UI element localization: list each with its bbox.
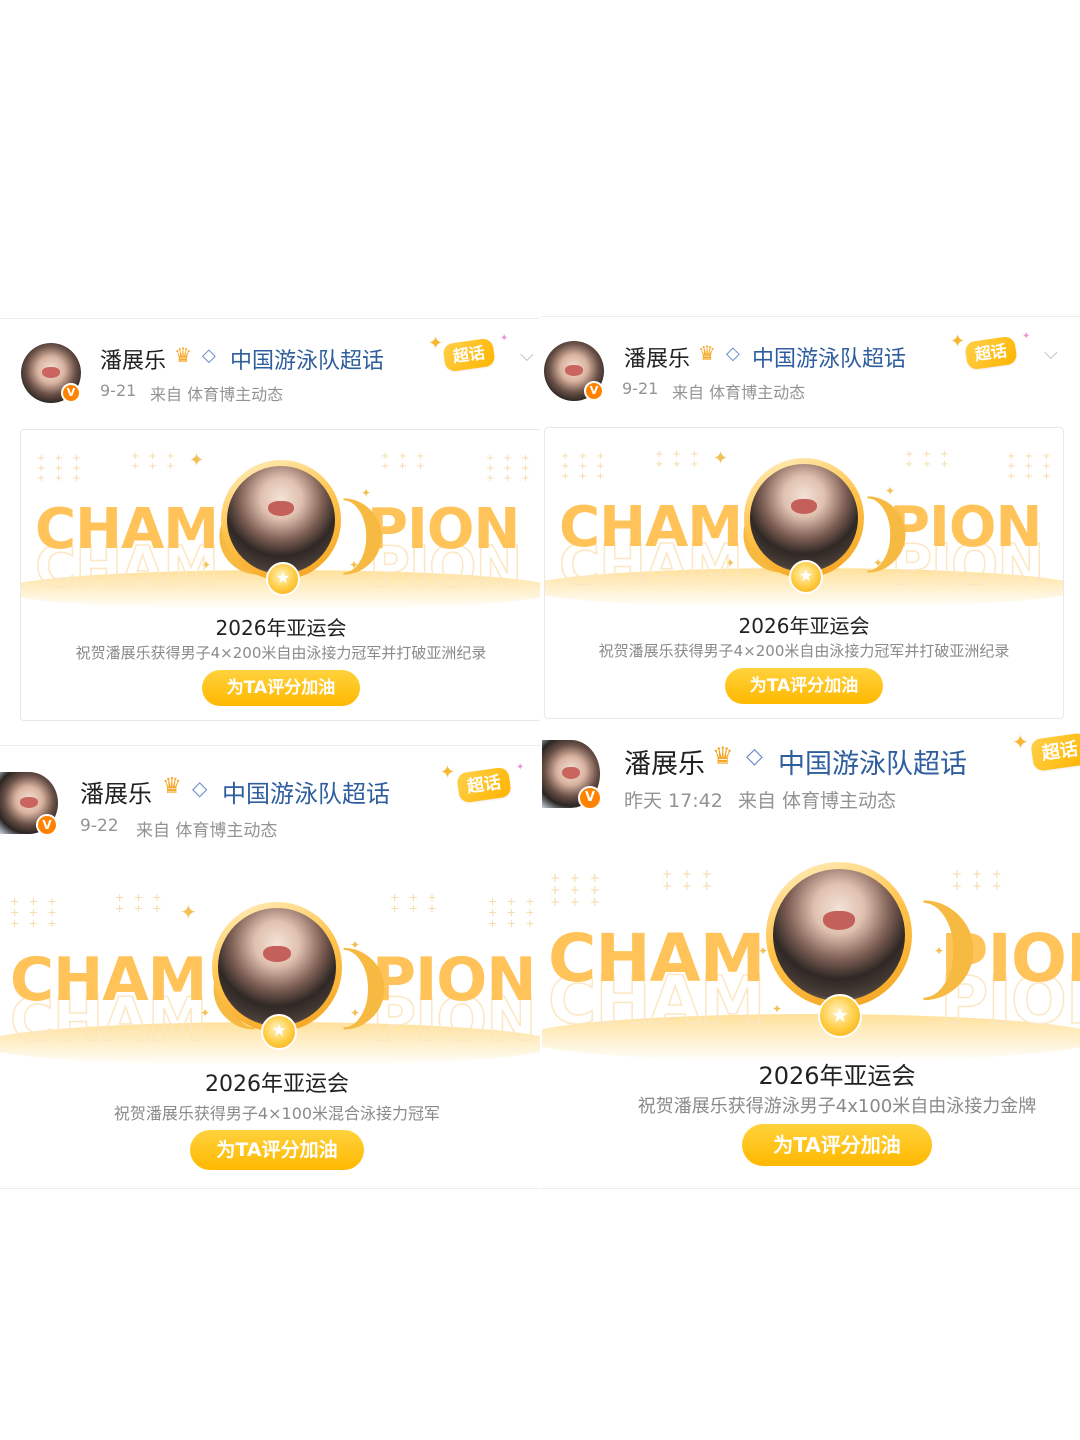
athlete-photo [218, 908, 336, 1026]
sparkle-icon: ✦ [950, 331, 966, 352]
sparkle-icon: ✦ [189, 450, 205, 471]
dot-pattern: + + + + + + [115, 891, 165, 915]
dot-pattern: + + + + + + + + + [550, 871, 603, 909]
star-coin-icon: ★ [789, 560, 823, 594]
event-title: 2026年亚运会 [758, 1062, 916, 1090]
champion-text-left: CHAM [559, 495, 743, 560]
dot-pattern: + + + + + + [655, 449, 702, 470]
username[interactable]: 潘展乐 [624, 341, 690, 373]
athlete-photo [773, 869, 905, 1001]
verified-badge-icon: V [36, 814, 58, 836]
event-title: 2026年亚运会 [215, 616, 347, 640]
username[interactable]: 潘展乐 [100, 343, 166, 375]
athlete-photo [750, 464, 858, 572]
post-time: 昨天 17:42 [624, 790, 723, 812]
post-source[interactable]: 来自 体育博主动态 [150, 381, 283, 405]
topic-link[interactable]: 中国游泳队超话 [752, 341, 906, 373]
laurel-icon: ❩ [902, 883, 995, 1011]
post-time: 9-21 [622, 379, 659, 398]
star-coin-icon: ★ [266, 562, 300, 596]
post-time: 9-22 [80, 816, 119, 836]
champion-text-left: CHAM [548, 920, 765, 997]
champion-text-left: CHAM [35, 497, 219, 562]
diamond-icon: ◇ [726, 343, 740, 364]
dot-pattern: + + + + + + + + + [488, 895, 538, 930]
sparkle-icon: ✦ [428, 333, 444, 354]
chevron-down-icon[interactable]: ⌵ [1044, 343, 1058, 364]
verified-badge-icon: V [584, 381, 604, 401]
topic-link[interactable]: 中国游泳队超话 [222, 774, 390, 809]
achievement-text: 祝贺潘展乐获得男子4×200米自由泳接力冠军并打破亚洲纪录 [598, 642, 1010, 660]
dot-pattern: + + + + + + [131, 451, 178, 472]
dot-pattern: + + + + + + [662, 867, 715, 893]
achievement-text: 祝贺潘展乐获得男子4×100米混合泳接力冠军 [113, 1104, 441, 1123]
post-source[interactable]: 来自 体育博主动态 [672, 379, 805, 403]
event-title: 2026年亚运会 [205, 1072, 349, 1097]
super-topic-badge[interactable]: 超话 [456, 766, 512, 804]
sparkle-icon: ✦ [440, 762, 456, 783]
dot-pattern: + + + + + + [381, 451, 428, 472]
champion-card[interactable]: + + + + + + + + + + + + + + + + + + + + + ✦ … [542, 852, 1080, 1186]
dot-pattern: + + + + + + + + + [10, 895, 60, 930]
crown-icon: ♛ [712, 742, 734, 770]
cheer-button[interactable]: 为TA评分加油 [202, 670, 360, 706]
verified-badge-icon: V [61, 383, 81, 403]
topic-link[interactable]: 中国游泳队超话 [230, 343, 384, 375]
chevron-down-icon[interactable]: ⌵ [520, 345, 534, 366]
sparkle-icon: ✦ [516, 762, 525, 773]
dot-pattern: + + + + + + [905, 449, 952, 470]
champion-card[interactable]: + + + + + + + + + + + + + + + + + + + + + + … [544, 427, 1064, 719]
diamond-icon: ◇ [192, 776, 208, 800]
verified-badge-icon: V [578, 786, 602, 810]
crown-icon: ♛ [174, 343, 192, 367]
diamond-icon: ◇ [746, 744, 763, 769]
sparkle-icon: ✦ [713, 448, 729, 469]
dot-pattern: + + + + + + + + + [1007, 451, 1054, 482]
super-topic-badge[interactable]: 超话 [964, 335, 1018, 371]
cheer-button[interactable]: 为TA评分加油 [190, 1130, 364, 1170]
champion-card[interactable]: + + + + + + + + + + + + + + + + + + + + + + … [0, 866, 540, 1184]
diamond-icon: ◇ [202, 345, 216, 366]
post-card[interactable]: V 潘展乐 ♛ ◇ 中国游泳队超话 9-22 来自 体育博主动态 ✦ 超话 ✦ … [0, 745, 540, 1189]
super-topic-badge[interactable]: 超话 [1030, 732, 1080, 772]
cheer-button[interactable]: 为TA评分加油 [742, 1124, 932, 1166]
post-time: 9-21 [100, 381, 137, 400]
super-topic-badge[interactable]: 超话 [442, 337, 496, 373]
sparkle-icon: ✦ [1022, 331, 1031, 342]
post-card[interactable]: V 潘展乐 ♛ ◇ 中国游泳队超话 昨天 17:42 来自 体育博主动态 ✦ 超… [542, 722, 1080, 1189]
cheer-button[interactable]: 为TA评分加油 [725, 668, 883, 704]
dot-pattern: + + + + + + [390, 891, 440, 915]
username[interactable]: 潘展乐 [624, 742, 705, 781]
post-card[interactable]: V 潘展乐 ♛ ◇ 中国游泳队超话 9-21 来自 体育博主动态 ✦ 超话 ✦ … [542, 316, 1080, 721]
athlete-photo [227, 466, 335, 574]
star-coin-icon: ★ [261, 1014, 297, 1050]
champion-card[interactable]: + + + + + + + + + + + + + + + + + + + + + + … [20, 429, 540, 721]
dot-pattern: + + + + + + + + + [486, 453, 533, 484]
username[interactable]: 潘展乐 [80, 774, 152, 809]
event-title: 2026年亚运会 [738, 614, 870, 638]
sparkle-icon: ✦ [180, 900, 197, 924]
sparkle-icon: ✦ [1012, 730, 1029, 754]
achievement-text: 祝贺潘展乐获得男子4×200米自由泳接力冠军并打破亚洲纪录 [75, 644, 487, 662]
star-coin-icon: ★ [818, 994, 862, 1038]
crown-icon: ♛ [162, 774, 182, 799]
dot-pattern: + + + + + + + + + [561, 451, 608, 482]
topic-link[interactable]: 中国游泳队超话 [778, 742, 967, 781]
post-card[interactable]: V 潘展乐 ♛ ◇ 中国游泳队超话 9-21 来自 体育博主动态 ✦ 超话 ✦ … [0, 318, 540, 724]
post-source[interactable]: 来自 体育博主动态 [136, 816, 277, 841]
post-source[interactable]: 来自 体育博主动态 [738, 786, 896, 813]
crown-icon: ♛ [698, 341, 716, 365]
achievement-text: 祝贺潘展乐获得游泳男子4x100米自由泳接力金牌 [637, 1096, 1037, 1117]
sparkle-icon: ✦ [500, 333, 509, 344]
dot-pattern: + + + + + + + + + [37, 453, 84, 484]
champion-text-left: CHAM [10, 945, 207, 1015]
